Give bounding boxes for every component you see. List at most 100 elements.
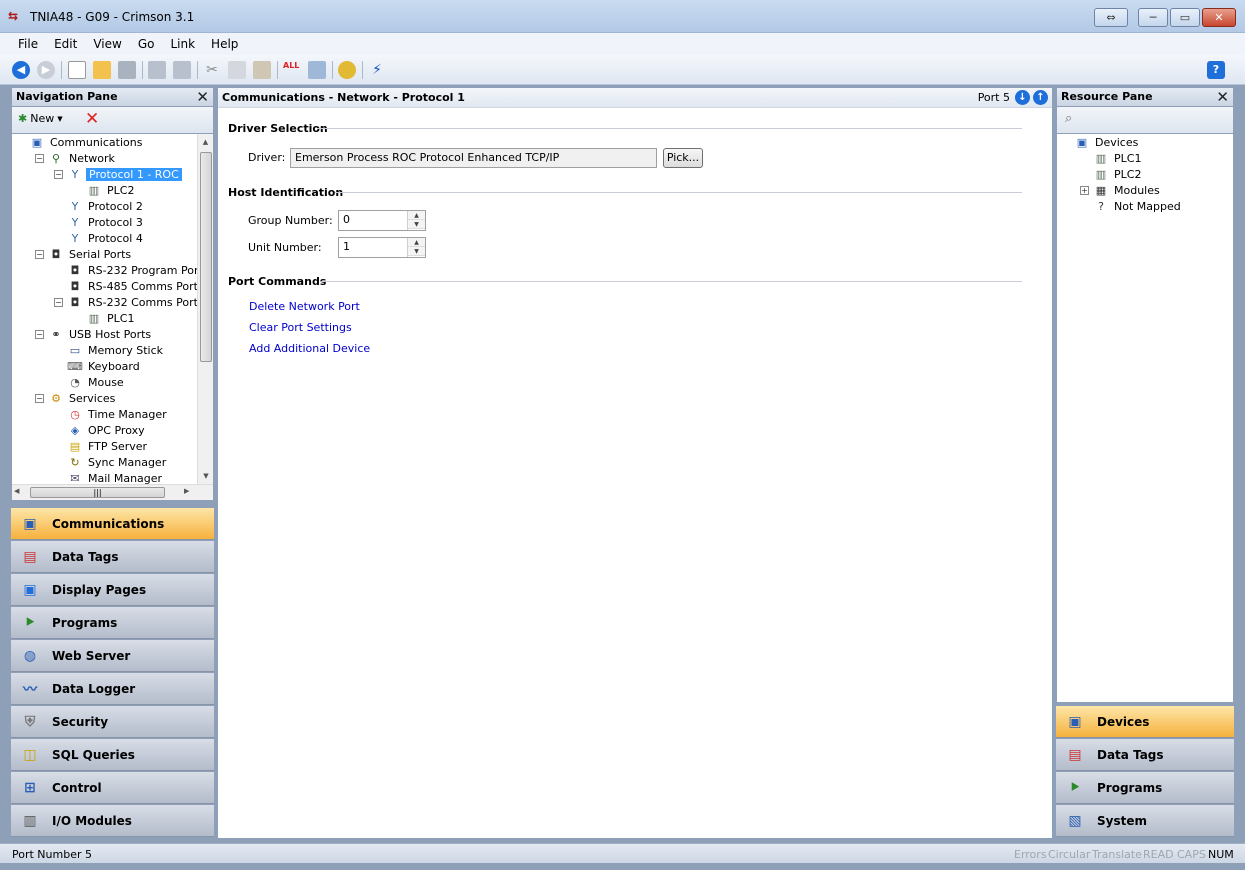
back-icon[interactable]: ◀: [12, 61, 30, 79]
scroll-down-icon[interactable]: ▼: [198, 468, 213, 484]
nav-tree-item[interactable]: ◈ OPC Proxy: [54, 422, 147, 438]
scroll-left-icon[interactable]: ◀: [14, 487, 19, 495]
clear-port-settings-link[interactable]: Clear Port Settings: [249, 321, 352, 334]
nav-tree-item[interactable]: − ⚭ USB Host Ports: [35, 326, 153, 342]
close-icon[interactable]: ✕: [196, 88, 209, 106]
menu-link[interactable]: Link: [162, 37, 203, 51]
nav-tree-item[interactable]: ◘ RS-485 Comms Port: [54, 278, 200, 294]
stepper-arrows[interactable]: ▲ ▼: [407, 238, 425, 257]
stepper-down-icon[interactable]: ▼: [408, 220, 425, 229]
resource-tree-item[interactable]: ▥ PLC1: [1080, 150, 1143, 166]
resource-tree-item[interactable]: ▥ PLC2: [1080, 166, 1143, 182]
unit-number-stepper[interactable]: 1 ▲ ▼: [338, 237, 426, 258]
scroll-up-icon[interactable]: ▲: [198, 134, 213, 150]
nav-category-programs[interactable]: ⯈ Programs: [11, 607, 214, 639]
collapse-icon[interactable]: −: [54, 169, 63, 179]
horizontal-scrollbar[interactable]: ◀ ||| ▶: [12, 484, 213, 500]
add-additional-device-link[interactable]: Add Additional Device: [249, 342, 370, 355]
collapse-icon[interactable]: −: [54, 297, 63, 307]
maximize-button[interactable]: ▭: [1170, 8, 1200, 27]
collapse-icon[interactable]: −: [35, 153, 44, 163]
scrollbar-thumb[interactable]: [200, 152, 212, 362]
nav-category-data-logger[interactable]: 〰 Data Logger: [11, 673, 214, 705]
close-icon[interactable]: ✕: [1216, 88, 1229, 106]
nav-tree-item[interactable]: Y Protocol 2: [54, 198, 145, 214]
translate-icon[interactable]: [338, 61, 356, 79]
nav-category-communications[interactable]: ▣ Communications: [11, 508, 214, 540]
resource-category-devices[interactable]: ▣ Devices: [1056, 706, 1234, 738]
new-file-icon[interactable]: [68, 61, 86, 79]
nav-category-sql-queries[interactable]: ◫ SQL Queries: [11, 739, 214, 771]
nav-tree-item[interactable]: ↻ Sync Manager: [54, 454, 168, 470]
resource-tree-item[interactable]: + ▦ Modules: [1080, 182, 1162, 198]
nav-category-display-pages[interactable]: ▣ Display Pages: [11, 574, 214, 606]
help-icon[interactable]: ?: [1207, 61, 1225, 79]
resource-tree-item[interactable]: ▣ Devices: [1061, 134, 1140, 150]
resource-category-data-tags[interactable]: ▤ Data Tags: [1056, 739, 1234, 771]
nav-tree-item[interactable]: ◷ Time Manager: [54, 406, 169, 422]
stepper-arrows[interactable]: ▲ ▼: [407, 211, 425, 230]
stepper-down-icon[interactable]: ▼: [408, 247, 425, 256]
cut-icon[interactable]: ✂: [203, 61, 221, 79]
resource-category-system[interactable]: ▧ System: [1056, 805, 1234, 837]
nav-tree-item[interactable]: ▥ PLC1: [73, 310, 136, 326]
nav-tree-item[interactable]: ◘ RS-232 Program Port: [54, 262, 205, 278]
nav-category-web-server[interactable]: ◍ Web Server: [11, 640, 214, 672]
menu-edit[interactable]: Edit: [46, 37, 85, 51]
copy-icon[interactable]: [228, 61, 246, 79]
pick-button[interactable]: Pick...: [663, 148, 703, 168]
scroll-right-icon[interactable]: ▶: [184, 487, 189, 495]
nav-tree-item[interactable]: ▣ Communications: [16, 134, 144, 150]
close-button[interactable]: ✕: [1202, 8, 1236, 27]
data-tags-icon: ▤: [23, 548, 37, 565]
nav-category-control[interactable]: ⊞ Control: [11, 772, 214, 804]
menu-view[interactable]: View: [85, 37, 129, 51]
nav-tree-item[interactable]: − ⚙ Services: [35, 390, 117, 406]
nav-tree-item[interactable]: ▥ PLC2: [73, 182, 136, 198]
nav-category-i-o-modules[interactable]: ▥ I/O Modules: [11, 805, 214, 837]
stepper-up-icon[interactable]: ▲: [408, 211, 425, 220]
nav-category-security[interactable]: ⛨ Security: [11, 706, 214, 738]
send-icon[interactable]: ⚡: [368, 61, 386, 79]
collapse-icon[interactable]: −: [35, 393, 44, 403]
nav-tree-item[interactable]: − ◘ Serial Ports: [35, 246, 133, 262]
collapse-icon[interactable]: −: [35, 329, 44, 339]
delete-network-port-link[interactable]: Delete Network Port: [249, 300, 360, 313]
nav-category-data-tags[interactable]: ▤ Data Tags: [11, 541, 214, 573]
open-folder-icon[interactable]: [93, 61, 111, 79]
arrow-up-icon[interactable]: ↑: [1033, 90, 1048, 105]
search-icon[interactable]: ⌕: [1065, 111, 1072, 126]
nav-tree-item[interactable]: ▤ FTP Server: [54, 438, 149, 454]
nav-tree-item[interactable]: ◔ Mouse: [54, 374, 126, 390]
new-button[interactable]: ✱ New ▼: [18, 112, 63, 125]
nav-tree-item[interactable]: − ⚲ Network: [35, 150, 117, 166]
nav-tree-item[interactable]: − ◘ RS-232 Comms Port - RO: [54, 294, 213, 310]
undo-icon[interactable]: [148, 61, 166, 79]
redo-icon[interactable]: [173, 61, 191, 79]
nav-tree-item[interactable]: Y Protocol 4: [54, 230, 145, 246]
group-number-stepper[interactable]: 0 ▲ ▼: [338, 210, 426, 231]
menu-go[interactable]: Go: [130, 37, 163, 51]
delete-icon[interactable]: ✕: [85, 110, 99, 128]
save-icon[interactable]: [118, 61, 136, 79]
resource-category-programs[interactable]: ⯈ Programs: [1056, 772, 1234, 804]
nav-tree-item[interactable]: ▭ Memory Stick: [54, 342, 165, 358]
arrow-down-icon[interactable]: ↓: [1015, 90, 1030, 105]
nav-tree-item[interactable]: ⌨ Keyboard: [54, 358, 142, 374]
nav-tree-item[interactable]: Y Protocol 3: [54, 214, 145, 230]
menu-file[interactable]: File: [10, 37, 46, 51]
expand-icon[interactable]: +: [1080, 185, 1089, 195]
restore-layout-button[interactable]: ⇔: [1094, 8, 1128, 27]
resource-tree-item[interactable]: ? Not Mapped: [1080, 198, 1183, 214]
minimize-button[interactable]: ─: [1138, 8, 1168, 27]
nav-tree-item[interactable]: − Y Protocol 1 - ROC: [54, 166, 182, 182]
paste-icon[interactable]: [253, 61, 271, 79]
scrollbar-thumb[interactable]: |||: [30, 487, 165, 498]
find-icon[interactable]: [308, 61, 326, 79]
select-all-icon[interactable]: ALL: [283, 61, 301, 79]
forward-icon[interactable]: ▶: [37, 61, 55, 79]
menu-help[interactable]: Help: [203, 37, 246, 51]
vertical-scrollbar[interactable]: ▲ ▼: [197, 134, 213, 484]
collapse-icon[interactable]: −: [35, 249, 44, 259]
stepper-up-icon[interactable]: ▲: [408, 238, 425, 247]
